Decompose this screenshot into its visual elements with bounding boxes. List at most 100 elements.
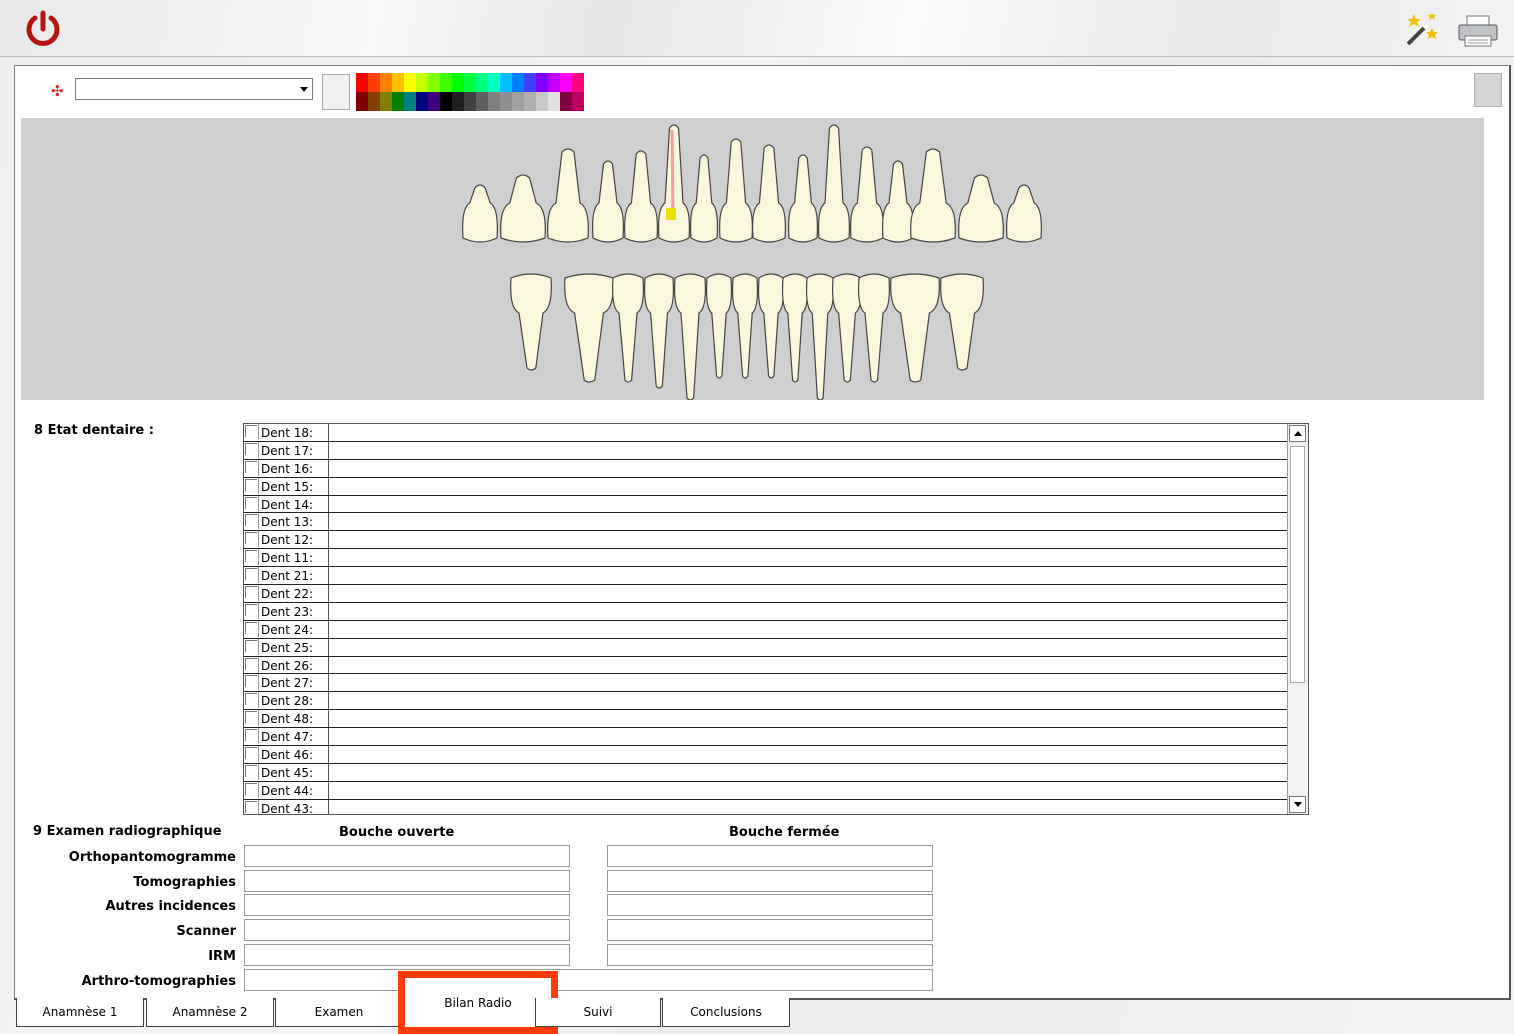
palette-color[interactable] [380,92,392,111]
lower-tooth[interactable] [674,273,706,400]
upper-tooth[interactable] [592,160,624,243]
row-checkbox[interactable] [244,441,259,458]
palette-color[interactable] [524,92,536,111]
tooth-status-cell[interactable] [328,692,1287,710]
tooth-status-cell[interactable] [328,531,1287,549]
palette-color[interactable] [356,73,368,92]
row-checkbox[interactable] [244,424,259,440]
move-icon[interactable]: ✣ [51,82,64,100]
bouche-ouverte-input[interactable] [244,845,570,867]
palette-color[interactable] [416,92,428,111]
upper-tooth[interactable] [1006,184,1042,243]
upper-tooth[interactable] [689,154,719,243]
lower-tooth[interactable] [644,273,674,389]
tooth-status-cell[interactable] [328,781,1287,799]
palette-color[interactable] [572,92,584,111]
table-row[interactable]: Dent 17: [244,441,1287,460]
table-row[interactable]: Dent 12: [244,531,1287,550]
table-row[interactable]: Dent 24: [244,620,1287,639]
power-icon[interactable] [22,8,64,50]
bouche-fermee-input[interactable] [607,919,933,941]
row-checkbox[interactable] [244,781,259,798]
bouche-fermee-input[interactable] [607,870,933,892]
current-color-swatch[interactable] [322,74,350,110]
lower-tooth[interactable] [781,273,809,383]
table-row[interactable]: Dent 28: [244,692,1287,711]
color-palette[interactable] [356,73,584,111]
table-row[interactable]: Dent 16: [244,459,1287,478]
tooth-status-cell[interactable] [328,513,1287,531]
upper-tooth[interactable] [462,184,498,243]
palette-color[interactable] [560,73,572,92]
table-row[interactable]: Dent 23: [244,602,1287,621]
row-checkbox[interactable] [244,799,259,814]
table-row[interactable]: Dent 45: [244,763,1287,782]
palette-color[interactable] [440,92,452,111]
tooth-status-cell[interactable] [328,620,1287,638]
tooth-status-cell[interactable] [328,602,1287,620]
lower-tooth[interactable] [805,273,835,400]
lower-tooth[interactable] [940,273,984,371]
table-row[interactable]: Dent 46: [244,746,1287,764]
tooth-status-cell[interactable] [328,477,1287,495]
bouche-fermee-input[interactable] [607,944,933,966]
dental-chart[interactable] [21,118,1484,400]
table-row[interactable]: Dent 15: [244,477,1287,496]
row-checkbox[interactable] [244,692,259,709]
upper-tooth[interactable] [910,148,956,243]
palette-color[interactable] [416,73,428,92]
upper-tooth[interactable] [882,160,914,243]
row-checkbox[interactable] [244,620,259,637]
tooth-status-cell[interactable] [328,585,1287,602]
upper-tooth[interactable] [958,174,1004,243]
table-row[interactable]: Dent 18: [244,424,1287,442]
palette-color[interactable] [500,73,512,92]
lower-tooth[interactable] [612,273,644,383]
tab-examen[interactable]: Examen [275,998,403,1027]
table-row[interactable]: Dent 26: [244,656,1287,675]
upper-tooth[interactable] [624,150,658,243]
row-checkbox[interactable] [244,477,259,494]
scroll-up-button[interactable] [1289,425,1306,442]
tooth-status-cell[interactable] [328,728,1287,746]
bouche-ouverte-input[interactable] [244,944,570,966]
palette-color[interactable] [464,73,476,92]
row-checkbox[interactable] [244,513,259,530]
row-checkbox[interactable] [244,549,259,566]
tooth-status-cell[interactable] [328,549,1287,567]
lower-tooth[interactable] [890,273,940,383]
table-row[interactable]: Dent 48: [244,710,1287,729]
side-button[interactable] [1474,73,1502,107]
palette-color[interactable] [500,92,512,111]
row-checkbox[interactable] [244,763,259,780]
palette-color[interactable] [452,73,464,92]
palette-color[interactable] [560,92,572,111]
palette-color[interactable] [548,73,560,92]
bouche-ouverte-input[interactable] [244,919,570,941]
tooth-status-cell[interactable] [328,763,1287,781]
palette-color[interactable] [392,92,404,111]
palette-color[interactable] [404,73,416,92]
palette-color[interactable] [536,92,548,111]
row-checkbox[interactable] [244,746,259,763]
table-row[interactable]: Dent 44: [244,781,1287,800]
tooth-status-cell[interactable] [328,799,1287,814]
table-row[interactable]: Dent 47: [244,728,1287,747]
tooth-status-cell[interactable] [328,424,1287,441]
tooth-status-cell[interactable] [328,746,1287,763]
row-checkbox[interactable] [244,638,259,655]
tooth-status-cell[interactable] [328,495,1287,513]
table-row[interactable]: Dent 25: [244,638,1287,657]
tooth-status-cell[interactable] [328,638,1287,656]
palette-color[interactable] [356,92,368,111]
palette-color[interactable] [524,73,536,92]
table-row[interactable]: Dent 22: [244,585,1287,603]
palette-color[interactable] [452,92,464,111]
bouche-fermee-input[interactable] [607,894,933,916]
tab-suivi[interactable]: Suivi [535,998,661,1027]
scroll-thumb[interactable] [1290,446,1305,683]
chevron-down-icon[interactable] [300,87,308,92]
row-checkbox[interactable] [244,710,259,727]
lower-tooth[interactable] [832,273,862,383]
upper-tooth[interactable] [719,138,753,243]
